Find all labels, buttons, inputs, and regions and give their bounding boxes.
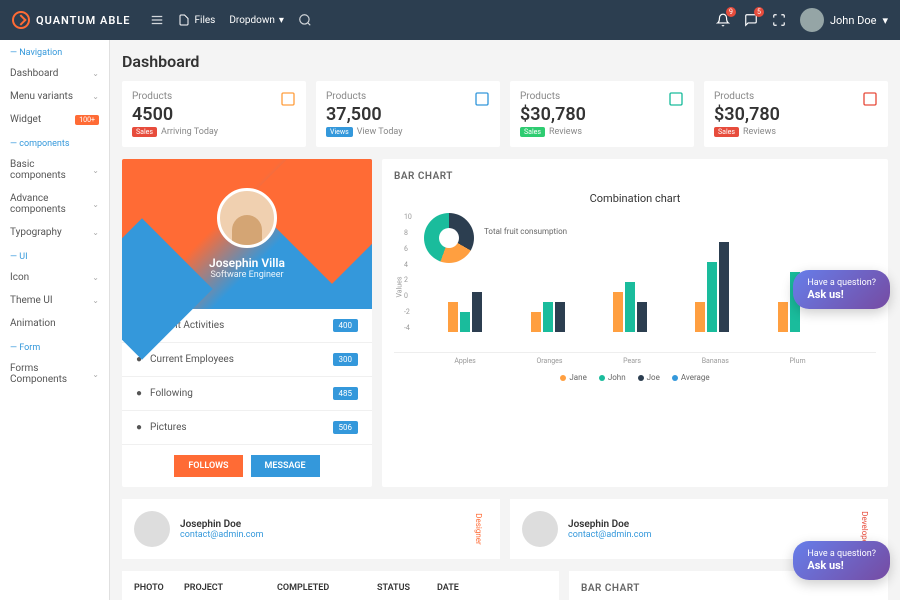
search-icon[interactable] [298,13,312,27]
bar-group [695,242,729,332]
sidebar-item[interactable]: Basic components⌄ [0,153,109,187]
sidebar-item[interactable]: Widget100+ [0,108,109,131]
sidebar-item[interactable]: Theme UI⌄ [0,289,109,312]
logo-icon [12,11,30,29]
chevron-down-icon: ⌄ [92,273,99,282]
profile-role: Software Engineer [210,270,283,280]
sidebar-item[interactable]: Dashboard⌄ [0,62,109,85]
email-link[interactable]: contact@admin.com [568,530,652,540]
sidebar-item[interactable]: Menu variants⌄ [0,85,109,108]
sidebar-item[interactable]: Advance components⌄ [0,187,109,221]
stat-card: Products37,500ViewsView Today [316,81,500,147]
stat-icon [474,91,490,107]
chevron-down-icon: ⌄ [92,166,99,175]
profile-stat-item[interactable]: ●Pictures506 [122,411,372,445]
chevron-down-icon: ⌄ [92,296,99,305]
legend-item[interactable]: Average [672,373,710,382]
chevron-down-icon: ▾ [882,14,888,27]
sidebar-item[interactable]: Animation [0,312,109,335]
stat-card: Products4500SalesArriving Today [122,81,306,147]
avatar [800,8,824,32]
files-icon [178,14,190,26]
bar-group [531,302,565,332]
stat-card: Products$30,780SalesReviews [510,81,694,147]
legend-item[interactable]: Joe [638,373,660,382]
pie-chart [424,213,474,263]
profile-avatar [217,188,277,248]
files-link[interactable]: Files [178,14,215,26]
sidebar: — NavigationDashboard⌄Menu variants⌄Widg… [0,40,110,600]
chat-widget[interactable]: Have a question? Ask us! [793,541,890,580]
sidebar-section: — Form [0,335,109,357]
avatar [134,511,170,547]
sidebar-section: — UI [0,244,109,266]
bar-group [613,282,647,332]
stat-card: Products$30,780SalesReviews [704,81,888,147]
user-menu[interactable]: John Doe ▾ [800,8,888,32]
chevron-down-icon: ⌄ [92,200,99,209]
avatar [522,511,558,547]
chevron-down-icon: ▾ [279,15,284,26]
profile-stat-item[interactable]: ●Following485 [122,377,372,411]
chevron-down-icon: ⌄ [92,370,99,379]
profile-stat-item[interactable]: ●Current Employees300 [122,343,372,377]
projects-table: PHOTO PROJECT COMPLETED STATUS DATE Appe… [122,571,559,600]
chevron-down-icon: ⌄ [92,228,99,237]
stat-icon [862,91,878,107]
stat-icon [668,91,684,107]
legend-item[interactable]: John [599,373,626,382]
sidebar-section: — Navigation [0,40,109,62]
bar-group [448,292,482,332]
sidebar-item[interactable]: Icon⌄ [0,266,109,289]
email-link[interactable]: contact@admin.com [180,530,264,540]
bar-chart-card: BAR CHART Combination chart Total fruit … [382,159,888,487]
contact-card: Josephin Doecontact@admin.comDesigner [122,499,500,559]
fullscreen-icon[interactable] [772,13,786,27]
profile-card: Josephin Villa Software Engineer ●Recent… [122,159,372,487]
legend-item[interactable]: Jane [560,373,586,382]
sidebar-section: — components [0,131,109,153]
sidebar-item[interactable]: Forms Components⌄ [0,357,109,391]
page-title: Dashboard [122,52,888,71]
notification-icon[interactable] [716,13,730,27]
brand-text: QUANTUM ABLE [36,14,130,27]
chat-widget[interactable]: Have a question? Ask us! [793,270,890,309]
chevron-down-icon: ⌄ [92,69,99,78]
message-button[interactable]: MESSAGE [251,455,320,477]
stat-icon [280,91,296,107]
profile-name: Josephin Villa [209,256,285,270]
logo[interactable]: QUANTUM ABLE [12,11,130,29]
menu-icon[interactable] [150,13,164,27]
chevron-down-icon: ⌄ [92,92,99,101]
sidebar-item[interactable]: Typography⌄ [0,221,109,244]
follows-button[interactable]: FOLLOWS [174,455,242,477]
message-icon[interactable] [744,13,758,27]
dropdown-link[interactable]: Dropdown ▾ [229,15,284,26]
